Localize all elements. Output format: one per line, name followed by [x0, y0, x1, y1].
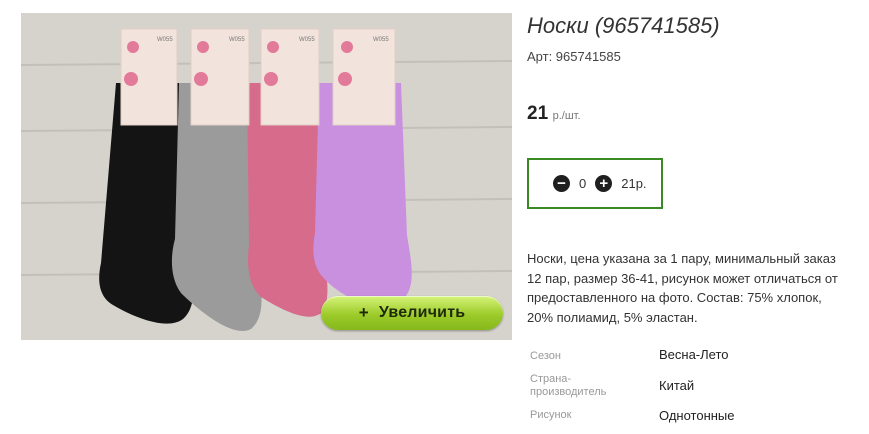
- zoom-button[interactable]: + Увеличить: [321, 296, 503, 330]
- price-value: 21: [527, 103, 549, 124]
- product-title: Носки (965741585): [527, 13, 720, 38]
- tag-code-1: W055: [157, 37, 173, 43]
- description-line: Носки, цена указана за 1 пару, минимальн…: [527, 251, 836, 266]
- property-value: Весна-Лето: [659, 347, 729, 362]
- price-unit: р./шт.: [552, 110, 581, 122]
- product-photo[interactable]: W055 W055 W055 W055 + Увеличить: [21, 13, 512, 340]
- socks-image: W055 W055 W055 W055: [21, 13, 512, 340]
- description-line: 12 пар, размер 36-41, рисунок может отли…: [527, 270, 838, 286]
- product-article: Арт: 965741585: [527, 49, 621, 64]
- description-line: предоставленного на фото. Состав: 75% хл…: [527, 290, 822, 305]
- property-label: Рисунок: [530, 409, 572, 421]
- property-label: Страна-: [530, 373, 572, 385]
- tag-code-3: W055: [299, 37, 315, 43]
- quantity-stepper: − 0 + 21р.: [527, 158, 663, 209]
- product-description: Носки, цена указана за 1 пару, минимальн…: [527, 249, 865, 327]
- property-label: производитель: [530, 386, 607, 398]
- tag-code-4: W055: [373, 37, 389, 43]
- property-value: Однотонные: [659, 408, 735, 423]
- product-price: 21 р./шт.: [527, 103, 581, 125]
- property-value: Китай: [659, 378, 695, 393]
- quantity-total: 21р.: [621, 176, 647, 191]
- zoom-label: Увеличить: [378, 304, 466, 321]
- description-line: 20% полиамид, 5% эластан.: [527, 309, 698, 325]
- plus-icon[interactable]: +: [595, 175, 613, 192]
- tag-code-2: W055: [229, 37, 245, 43]
- quantity-value[interactable]: 0: [579, 176, 586, 191]
- property-label: Сезон: [530, 350, 561, 362]
- plus-icon: +: [358, 303, 369, 322]
- minus-icon[interactable]: −: [553, 175, 570, 192]
